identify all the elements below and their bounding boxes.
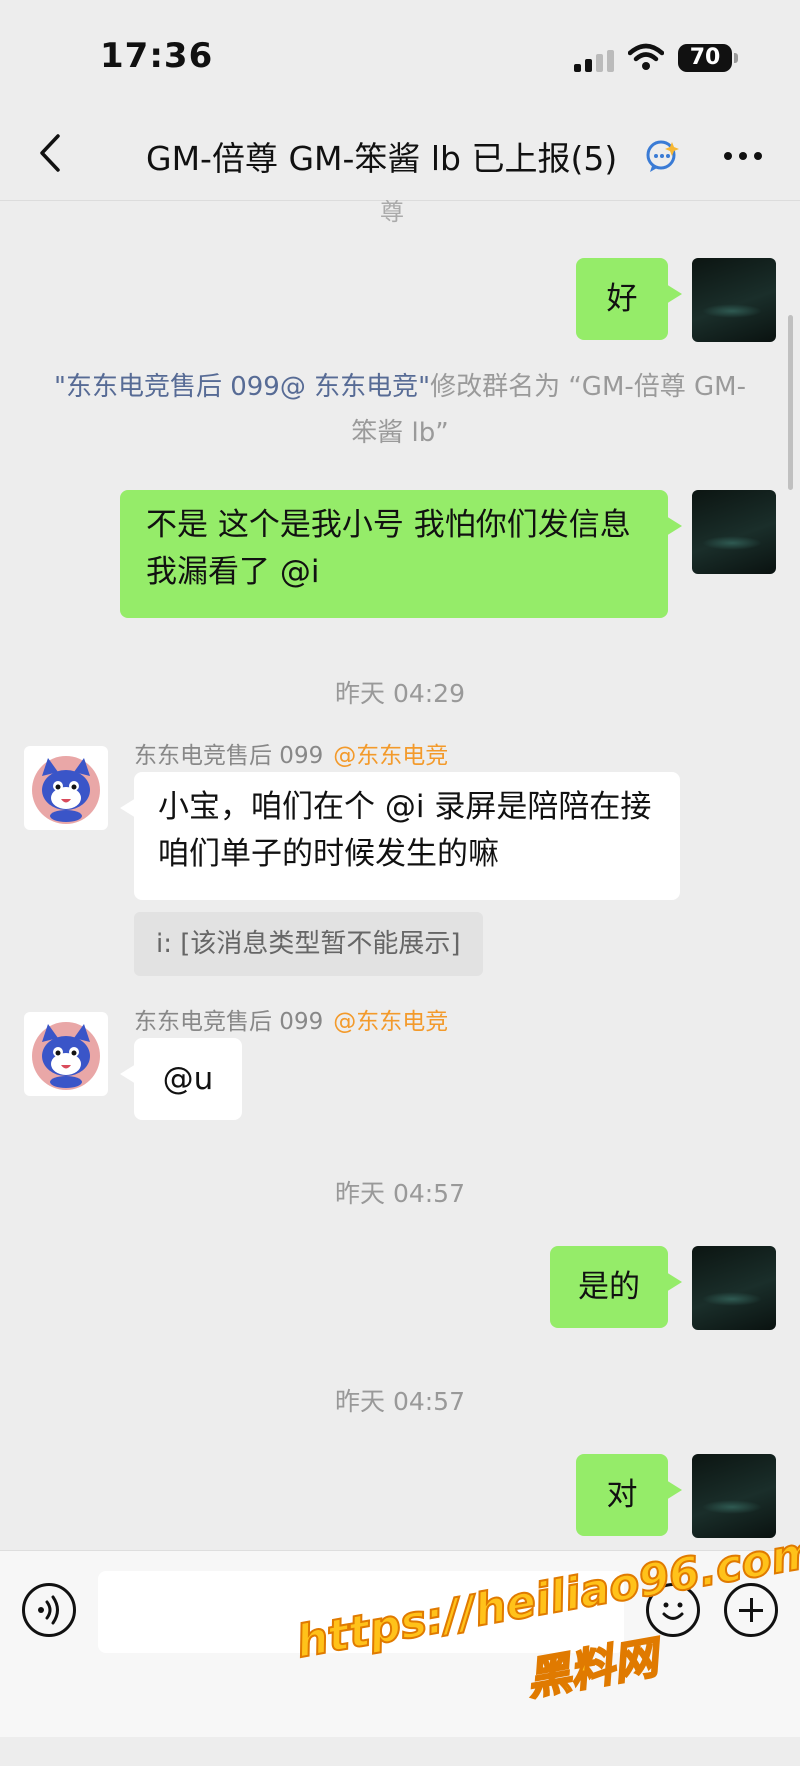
system-rename-notice: "东东电竞售后 099@ 东东电竞"修改群名为 “GM-倍尊 GM-笨酱 lb”	[50, 364, 750, 456]
message-text: 好	[606, 280, 638, 317]
message-text: 小宝，咱们在个 @i 录屏是陪陪在接咱们单子的时候发生的嘛	[158, 789, 652, 872]
ai-chat-icon[interactable]	[644, 138, 680, 174]
sender-org-tag: @东东电竞	[333, 1009, 449, 1035]
wifi-icon	[628, 43, 664, 70]
message-text: 是的	[578, 1268, 640, 1305]
scrollbar[interactable]	[788, 315, 793, 490]
status-bar: 17:36 70	[0, 0, 800, 110]
message-bubble-self[interactable]: 不是 这个是我小号 我怕你们发信息我漏看了 @i	[120, 490, 682, 618]
message-bubble-other[interactable]: @u	[120, 1038, 242, 1120]
nav-bar: GM-倍尊 GM-笨酱 lb 已上报(5)	[0, 110, 800, 201]
status-time: 17:36	[100, 36, 214, 76]
sender-avatar[interactable]	[24, 1012, 108, 1096]
voice-input-button[interactable]	[22, 1583, 76, 1637]
self-avatar[interactable]	[692, 1246, 776, 1330]
chat-title: GM-倍尊 GM-笨酱 lb 已上报(5)	[146, 139, 618, 178]
sender-name-text: 东东电竞售后 099	[134, 1009, 324, 1035]
message-bubble-self[interactable]: 对	[576, 1454, 682, 1536]
message-timestamp: 昨天 04:57	[335, 1179, 465, 1208]
quoted-message[interactable]: i: [该消息类型暂不能展示]	[134, 912, 483, 976]
cellular-signal-icon	[574, 50, 616, 72]
voice-wave-icon	[38, 1595, 59, 1625]
watermark-name: 黑料网	[522, 1632, 663, 1707]
sender-name: 东东电竞售后 099 @东东电竞	[134, 736, 448, 770]
message-text: @u	[162, 1060, 214, 1097]
clipped-message-text: 尊	[380, 200, 404, 226]
cat-mascot-icon	[32, 1022, 100, 1090]
message-timestamp: 昨天 04:57	[335, 1387, 465, 1416]
sender-name-text: 东东电竞售后 099	[134, 743, 324, 769]
battery-indicator: 70	[678, 44, 732, 72]
more-options-button[interactable]	[718, 136, 768, 176]
system-notice-actor-link[interactable]: "东东电竞售后 099@ 东东电竞"	[54, 372, 430, 402]
back-button[interactable]	[28, 128, 78, 178]
message-bubble-other[interactable]: 小宝，咱们在个 @i 录屏是陪陪在接咱们单子的时候发生的嘛	[120, 772, 680, 900]
message-text: 对	[606, 1476, 638, 1513]
sender-org-tag: @东东电竞	[333, 743, 449, 769]
chat-area[interactable]: 尊 好 "东东电竞售后 099@ 东东电竞"修改群名为 “GM-倍尊 GM-笨酱…	[0, 200, 800, 1550]
sender-name: 东东电竞售后 099 @东东电竞	[134, 1002, 448, 1036]
message-bubble-self[interactable]: 是的	[550, 1246, 682, 1328]
self-avatar[interactable]	[692, 490, 776, 574]
sender-avatar[interactable]	[24, 746, 108, 830]
message-timestamp: 昨天 04:29	[335, 679, 465, 708]
message-bubble-self[interactable]: 好	[576, 258, 682, 340]
cat-mascot-icon	[32, 756, 100, 824]
self-avatar[interactable]	[692, 1454, 776, 1538]
battery-cap	[734, 53, 738, 63]
self-avatar[interactable]	[692, 258, 776, 342]
message-text: 不是 这个是我小号 我怕你们发信息我漏看了 @i	[146, 507, 631, 590]
